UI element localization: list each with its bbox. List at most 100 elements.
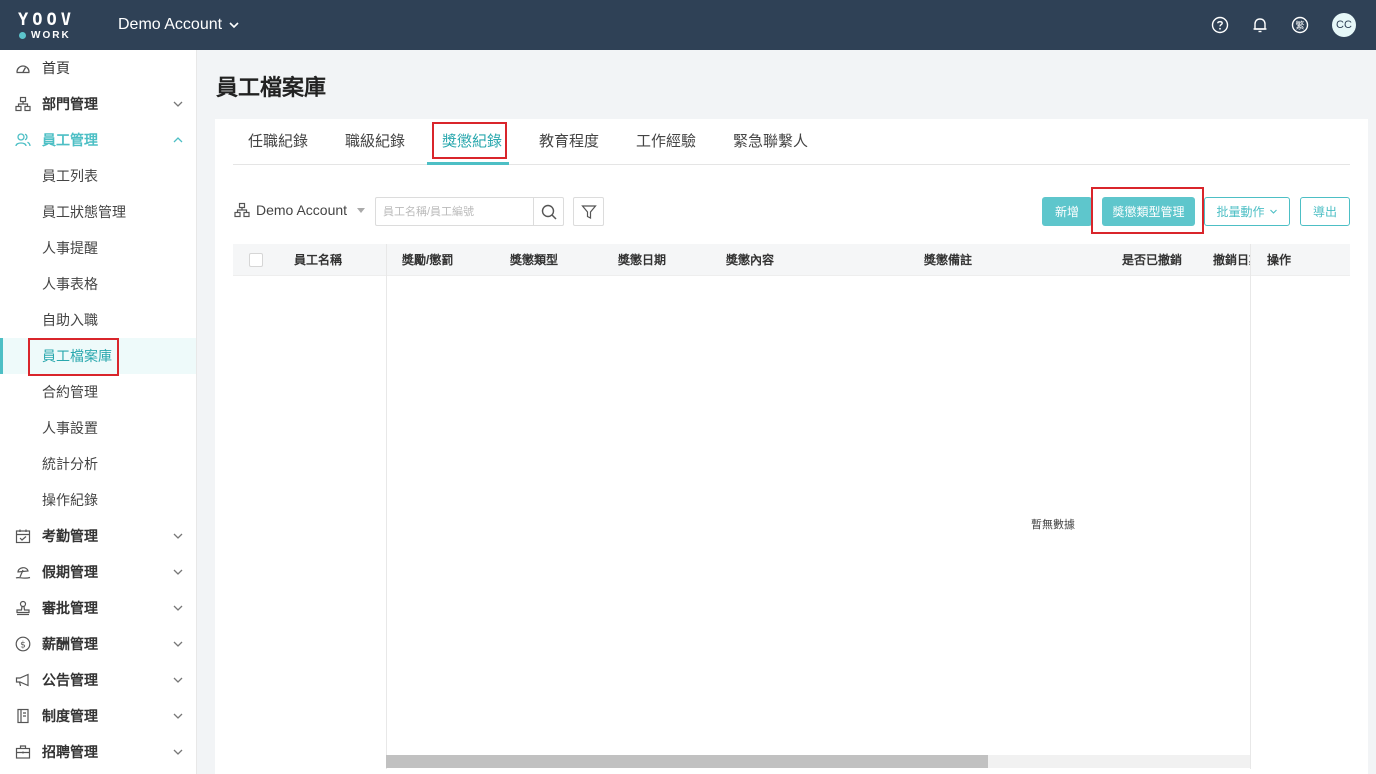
col-actions: 操作 — [1267, 253, 1292, 267]
org-select-value: Demo Account — [256, 202, 348, 218]
org-select[interactable]: Demo Account — [234, 202, 366, 218]
sidebar-subitem-contracts[interactable]: 合約管理 — [0, 374, 196, 410]
search-input[interactable] — [376, 198, 532, 225]
bell-icon[interactable] — [1250, 15, 1270, 35]
stamp-icon — [14, 599, 32, 617]
help-icon[interactable] — [1210, 15, 1230, 35]
employee-search — [375, 197, 564, 226]
record-tabs: 任職紀錄 職級紀錄 獎懲紀錄 教育程度 工作經驗 緊急聯繫人 — [233, 119, 1350, 165]
sidebar-item-label: 審批管理 — [42, 600, 98, 616]
sidebar-subitem-hr-settings[interactable]: 人事設置 — [0, 410, 196, 446]
add-button[interactable]: 新增 — [1042, 197, 1092, 226]
batch-action-button[interactable]: 批量動作 — [1204, 197, 1290, 226]
chevron-down-icon — [173, 569, 183, 575]
book-icon — [14, 707, 32, 725]
fixed-column-divider — [386, 244, 387, 769]
tab-work-experience[interactable]: 工作經驗 — [636, 119, 696, 165]
sidebar-item-label: 招聘管理 — [42, 744, 98, 760]
caret-down-icon — [357, 207, 366, 213]
fixed-column-divider — [1250, 244, 1251, 769]
batch-action-label: 批量動作 — [1216, 205, 1265, 219]
tab-reward-punishment-record[interactable]: 獎懲紀錄 — [442, 119, 502, 165]
sidebar-item-label: 假期管理 — [42, 564, 98, 580]
sidebar-item-approval[interactable]: 審批管理 — [0, 590, 196, 626]
account-name: Demo Account — [118, 16, 223, 33]
sidebar-item-announcement[interactable]: 公告管理 — [0, 662, 196, 698]
col-date[interactable]: 獎懲日期 — [618, 244, 666, 276]
table-header: 員工名稱 獎勵/懲罰 獎懲類型 獎懲日期 獎懲內容 獎懲備註 是否已撤銷 撤銷日… — [233, 244, 1350, 276]
sidebar-subitem-employee-archive[interactable]: 員工檔案庫 — [0, 338, 196, 374]
export-button[interactable]: 導出 — [1300, 197, 1350, 226]
calendar-icon — [14, 527, 32, 545]
briefcase-icon — [14, 743, 32, 761]
language-icon[interactable]: 繁 — [1290, 15, 1310, 35]
megaphone-icon — [14, 671, 32, 689]
sidebar-item-label: 部門管理 — [42, 96, 98, 112]
sidebar-item-attendance[interactable]: 考勤管理 — [0, 518, 196, 554]
sidebar-item-label: 制度管理 — [42, 708, 98, 724]
top-bar: YOOV WORK Demo Account 繁 CC — [0, 0, 1376, 50]
sidebar-subitem-employee-list[interactable]: 員工列表 — [0, 158, 196, 194]
content-card: 任職紀錄 職級紀錄 獎懲紀錄 教育程度 工作經驗 緊急聯繫人 Demo Acco… — [215, 119, 1368, 774]
chevron-down-icon — [173, 713, 183, 719]
sidebar-subitem-employee-status[interactable]: 員工狀態管理 — [0, 194, 196, 230]
sidebar-subitem-statistics[interactable]: 統計分析 — [0, 446, 196, 482]
col-employee-name[interactable]: 員工名稱 — [294, 244, 342, 276]
col-type[interactable]: 獎懲類型 — [510, 244, 558, 276]
col-remark[interactable]: 獎懲備註 — [924, 244, 972, 276]
horizontal-scrollbar-thumb[interactable] — [386, 755, 988, 768]
sidebar-subitem-self-onboarding[interactable]: 自助入職 — [0, 302, 196, 338]
sidebar-item-home[interactable]: 首頁 — [0, 50, 196, 86]
page-title: 員工檔案庫 — [216, 75, 327, 100]
sidebar-item-recruitment[interactable]: 招聘管理 — [0, 734, 196, 770]
account-switcher[interactable]: Demo Account — [118, 16, 240, 34]
tab-emergency-contact[interactable]: 緊急聯繫人 — [733, 119, 808, 165]
col-content[interactable]: 獎懲內容 — [726, 244, 774, 276]
svg-text:$: $ — [20, 640, 26, 650]
tab-employment-record[interactable]: 任職紀錄 — [248, 119, 308, 165]
select-all-checkbox[interactable] — [249, 253, 263, 267]
logo-text: YOOV — [18, 10, 75, 30]
sidebar-item-label: 首頁 — [42, 60, 70, 76]
sidebar-subitem-hr-forms[interactable]: 人事表格 — [0, 266, 196, 302]
col-reward-punishment[interactable]: 獎勵/懲罰 — [402, 244, 453, 276]
chevron-down-icon — [173, 605, 183, 611]
filter-button[interactable] — [573, 197, 604, 226]
logo-subtext: WORK — [31, 30, 71, 41]
type-manage-button[interactable]: 獎懲類型管理 — [1102, 197, 1195, 226]
sidebar-subitem-operation-log[interactable]: 操作紀錄 — [0, 482, 196, 518]
chevron-down-icon — [229, 22, 239, 29]
yoov-work-logo[interactable]: YOOV WORK — [0, 0, 100, 50]
search-button[interactable] — [533, 198, 563, 225]
sidebar-item-label: 考勤管理 — [42, 528, 98, 544]
tab-education[interactable]: 教育程度 — [539, 119, 599, 165]
empty-state-text: 暫無數據 — [1031, 519, 1075, 531]
chevron-down-icon — [173, 749, 183, 755]
sidebar-item-label: 員工管理 — [42, 132, 98, 148]
chevron-down-icon — [173, 677, 183, 683]
search-icon — [541, 204, 557, 220]
col-revoked[interactable]: 是否已撤銷 — [1122, 244, 1182, 276]
beach-icon — [14, 563, 32, 581]
sidebar-item-department[interactable]: 部門管理 — [0, 86, 196, 122]
employee-submenu: 員工列表 員工狀態管理 人事提醒 人事表格 自助入職 員工檔案庫 合約管理 人事… — [0, 158, 196, 518]
avatar[interactable]: CC — [1332, 13, 1356, 37]
sidebar-item-policy[interactable]: 制度管理 — [0, 698, 196, 734]
sidebar-item-employee[interactable]: 員工管理 — [0, 122, 196, 158]
sidebar-subitem-hr-reminder[interactable]: 人事提醒 — [0, 230, 196, 266]
sidebar-item-label: 薪酬管理 — [42, 636, 98, 652]
chevron-up-icon — [173, 137, 183, 143]
chevron-down-icon — [1269, 209, 1277, 214]
org-icon — [234, 202, 250, 218]
dashboard-icon — [14, 59, 32, 77]
dollar-icon: $ — [14, 635, 32, 653]
tab-grade-record[interactable]: 職級紀錄 — [345, 119, 405, 165]
logo-dot — [19, 32, 26, 39]
sidebar-item-leave[interactable]: 假期管理 — [0, 554, 196, 590]
sidebar: 首頁 部門管理 員工管理 員工列表 員工狀態管理 人事提醒 人事表格 自助入職 … — [0, 50, 197, 774]
chevron-down-icon — [173, 641, 183, 647]
sidebar-item-payroll[interactable]: $ 薪酬管理 — [0, 626, 196, 662]
org-icon — [14, 95, 32, 113]
col-revoke-date[interactable]: 撤銷日期 — [1213, 244, 1251, 276]
users-icon — [14, 131, 32, 149]
